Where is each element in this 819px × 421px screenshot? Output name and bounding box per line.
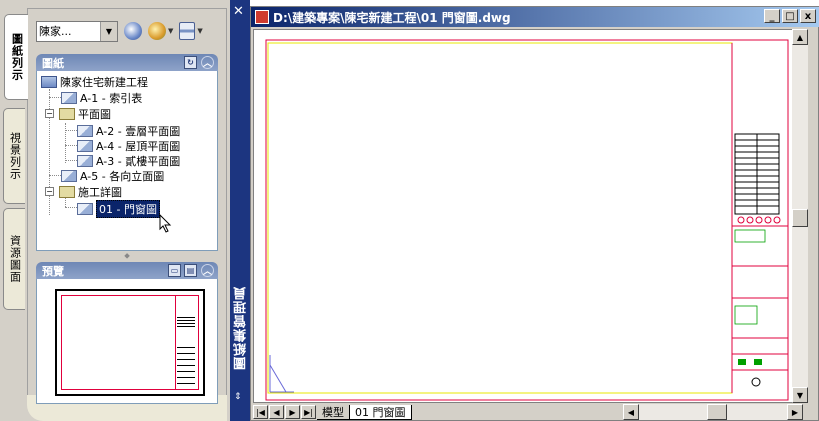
next-tab-button[interactable]: ▶ <box>285 405 300 419</box>
tree-connector <box>65 123 66 163</box>
tab-view-list[interactable]: 視景列示 <box>3 108 25 204</box>
tab-resource-drawings[interactable]: 資源圖面 <box>3 208 25 310</box>
tree-connector <box>49 97 61 98</box>
tree-node-sheet-selected[interactable]: 01 - 門窗圖 <box>77 199 160 218</box>
layout-sheet-graphic <box>265 39 789 401</box>
tree-node-sheet[interactable]: A-4 - 屋頂平面圖 <box>77 138 180 153</box>
palette-title-bar[interactable]: ✕ 圖紙集管理員 ⇕ <box>230 0 250 421</box>
scroll-down-button[interactable]: ▼ <box>792 387 808 403</box>
tree-node-folder[interactable]: 平面圖 <box>59 106 111 121</box>
refresh-icon[interactable]: ↻ <box>184 56 197 69</box>
pane-splitter-icon[interactable]: ⬥ <box>36 251 218 261</box>
drawing-canvas[interactable] <box>253 29 793 403</box>
sheet-preview-thumbnail <box>55 289 205 396</box>
prev-tab-button[interactable]: ◀ <box>269 405 284 419</box>
close-button[interactable]: x <box>800 9 816 23</box>
restore-button[interactable]: □ <box>782 9 798 23</box>
preview-mode-icon[interactable]: ▭ <box>168 264 181 277</box>
tree-connector <box>65 160 77 161</box>
drawing-window: D:\建築專案\陳宅新建工程\01 門窗圖.dwg _ □ x ▲ ▼ |◀ ◀… <box>250 6 819 421</box>
palette-toolbar: 陳家... ▼ ▼ ▼ <box>36 18 203 44</box>
sheet-tree: 陳家住宅新建工程 A-1 - 索引表 − 平面圖 A-2 - 壹層平面圖 A-4… <box>36 71 218 251</box>
drawing-title: D:\建築專案\陳宅新建工程\01 門窗圖.dwg <box>273 10 511 25</box>
tree-node-root[interactable]: 陳家住宅新建工程 <box>41 74 148 89</box>
tree-node-sheet[interactable]: A-5 - 各向立面圖 <box>61 168 164 183</box>
preview-section-header: 預覽 ▭ ▤ ︿ <box>36 262 218 279</box>
archive-button[interactable]: ▼ <box>179 20 203 42</box>
tree-connector <box>49 89 50 215</box>
details-mode-icon[interactable]: ▤ <box>184 264 197 277</box>
vertical-scroll-thumb[interactable] <box>792 209 808 227</box>
last-tab-button[interactable]: ▶| <box>301 405 316 419</box>
scroll-up-button[interactable]: ▲ <box>792 29 808 45</box>
tree-node-sheet[interactable]: A-2 - 壹層平面圖 <box>77 123 180 138</box>
globe-icon <box>148 22 166 40</box>
sheet-icon <box>77 139 93 152</box>
tree-node-folder[interactable]: 施工詳圖 <box>59 184 122 199</box>
dropdown-arrow-icon: ▼ <box>197 27 203 35</box>
tree-connector <box>49 175 61 176</box>
tab-layout-01[interactable]: 01 門窗圖 <box>349 404 412 420</box>
publish-button[interactable] <box>124 20 142 42</box>
tab-model[interactable]: 模型 <box>317 405 349 420</box>
scroll-left-button[interactable]: ◀ <box>623 404 639 420</box>
preview-title-block <box>177 347 195 387</box>
sheet-set-combo-value: 陳家... <box>39 25 72 38</box>
tree-node-sheet[interactable]: A-3 - 貳樓平面圖 <box>77 153 180 168</box>
tree-connector <box>65 145 77 146</box>
sheets-section-header: 圖紙 ↻ ︿ <box>36 54 218 71</box>
palette-title: 圖紙集管理員 <box>234 286 249 370</box>
publish-icon <box>124 22 142 40</box>
tree-connector <box>65 130 77 131</box>
sheet-icon <box>77 154 93 167</box>
layout-tab-bar: |◀ ◀ ▶ ▶| 模型 01 門窗圖 ◀ ▶ <box>253 404 818 420</box>
vertical-scrollbar[interactable]: ▲ ▼ <box>792 29 808 403</box>
scroll-right-button[interactable]: ▶ <box>787 404 803 420</box>
collapse-icon[interactable]: ︿ <box>201 56 214 69</box>
collapse-toggle-icon[interactable]: − <box>45 187 54 196</box>
collapse-toggle-icon[interactable]: − <box>45 109 54 118</box>
sheet-set-icon <box>41 75 57 88</box>
sheet-set-combo[interactable]: 陳家... ▼ <box>36 20 118 42</box>
tree-node-sheet[interactable]: A-1 - 索引表 <box>61 90 142 105</box>
preview-title-block <box>177 317 195 329</box>
horizontal-scroll-thumb[interactable] <box>707 404 727 420</box>
mouse-cursor-icon <box>159 214 172 233</box>
autocad-app-icon[interactable] <box>255 10 269 24</box>
preview-section-title: 預覽 <box>42 264 64 278</box>
sheet-set-manager-palette: 圖紙列示 視景列示 資源圖面 陳家... ▼ ▼ ▼ 圖紙 ↻ ︿ 陳家住宅新建… <box>0 0 230 421</box>
sheet-icon <box>61 169 77 182</box>
preview-pane <box>36 279 218 404</box>
sheet-stack-icon <box>179 22 196 40</box>
tree-connector <box>65 207 77 208</box>
sheet-icon <box>61 91 77 104</box>
sheet-icon <box>77 124 93 137</box>
close-icon[interactable]: ✕ <box>233 4 244 19</box>
drawing-title-bar[interactable]: D:\建築專案\陳宅新建工程\01 門窗圖.dwg _ □ x <box>251 7 819 27</box>
tab-sheet-list[interactable]: 圖紙列示 <box>4 14 28 100</box>
dropdown-arrow-icon: ▼ <box>168 27 174 35</box>
preview-divider <box>175 295 176 390</box>
sheets-section-title: 圖紙 <box>42 56 64 70</box>
first-tab-button[interactable]: |◀ <box>253 405 268 419</box>
horizontal-scrollbar[interactable]: ◀ ▶ <box>623 404 803 420</box>
transmit-button[interactable]: ▼ <box>148 20 173 42</box>
locked-sheet-icon <box>77 202 93 215</box>
chevron-down-icon[interactable]: ▼ <box>100 21 117 41</box>
minimize-button[interactable]: _ <box>764 9 780 23</box>
folder-icon <box>59 185 75 198</box>
properties-icon[interactable]: ⇕ <box>234 392 242 402</box>
folder-icon <box>59 107 75 120</box>
collapse-icon[interactable]: ︿ <box>201 264 214 277</box>
